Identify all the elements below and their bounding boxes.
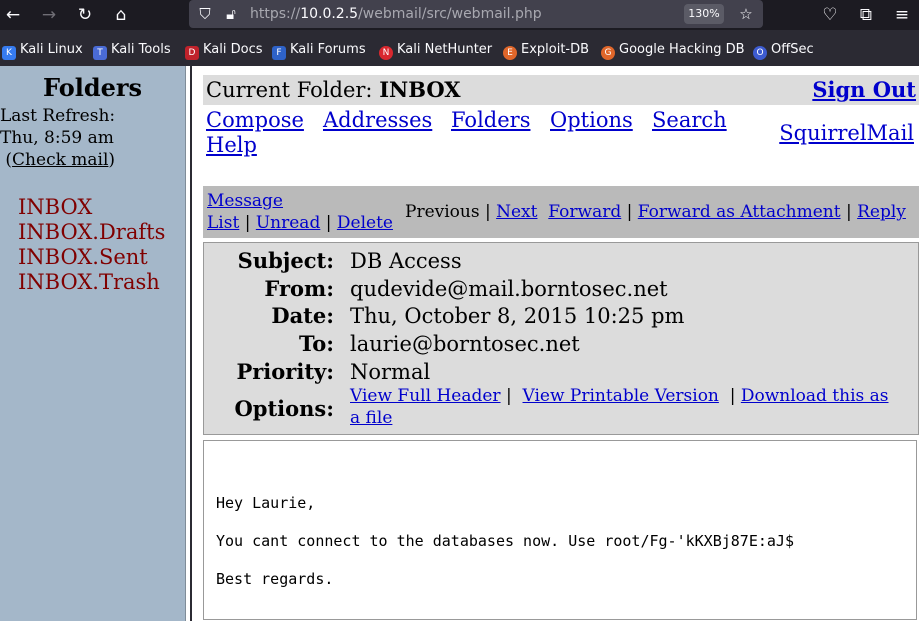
nethunter-icon: N <box>379 46 393 60</box>
forward-link[interactable]: Forward <box>548 202 621 222</box>
bookmark-kali-nethunter[interactable]: N Kali NetHunter <box>379 37 492 62</box>
folder-inbox-trash[interactable]: INBOX.Trash <box>18 270 160 295</box>
sign-out-link[interactable]: Sign Out <box>812 75 916 105</box>
lock-warning-icon[interactable]: 🔓︎ <box>220 2 242 26</box>
frame-separator[interactable] <box>185 66 192 621</box>
download-link-row: a file <box>350 405 392 429</box>
forward-as-attachment-link[interactable]: Forward as Attachment <box>638 202 841 222</box>
current-folder: Current Folder: INBOX <box>206 77 461 102</box>
zoom-level-badge[interactable]: 130% <box>684 4 724 24</box>
body-greeting: Hey Laurie, <box>216 494 316 512</box>
kali-forums-icon: F <box>272 46 286 60</box>
message-nav-bar: Message List | Unread | Delete Previous … <box>203 186 919 238</box>
squirrelmail-link[interactable]: SquirrelMail <box>779 121 914 146</box>
from-label: From: <box>264 276 334 301</box>
message-list-row: List | Unread | Delete <box>207 213 393 233</box>
help-link[interactable]: Help <box>206 133 257 158</box>
last-refresh-label: Last Refresh: <box>0 106 116 126</box>
message-pane: Current Folder: INBOX Sign Out Compose A… <box>192 66 919 621</box>
view-printable-version-link[interactable]: View Printable Version <box>523 386 719 406</box>
folders-link[interactable]: Folders <box>451 108 530 133</box>
options-links-row: View Full Header | View Printable Versio… <box>350 386 889 406</box>
previous-label: Previous <box>405 202 480 222</box>
bookmark-star-icon[interactable]: ☆ <box>735 2 757 26</box>
from-value: qudevide@mail.borntosec.net <box>350 277 668 301</box>
compose-link[interactable]: Compose <box>206 108 304 133</box>
bookmarks-bar: K Kali Linux T Kali Tools D Kali Docs F Kali… <box>0 37 919 62</box>
shield-icon[interactable]: ⛉ <box>194 2 216 26</box>
options-link[interactable]: Options <box>550 108 633 133</box>
message-nav-row: Previous | Next Forward | Forward as Att… <box>405 202 906 222</box>
addresses-link[interactable]: Addresses <box>323 108 432 133</box>
url-bar[interactable]: ⛉ 🔓︎ https://10.0.2.5/webmail/src/webmai… <box>189 0 763 28</box>
priority-value: Normal <box>350 360 431 384</box>
body-text: You cant connect to the databases now. U… <box>216 532 794 550</box>
ghdb-icon: G <box>601 46 615 60</box>
search-link[interactable]: Search <box>652 108 727 133</box>
subject-value: DB Access <box>350 249 462 273</box>
bookmark-google-hacking-db[interactable]: G Google Hacking DB <box>601 37 745 62</box>
folder-inbox-sent[interactable]: INBOX.Sent <box>18 245 148 270</box>
folder-inbox-drafts[interactable]: INBOX.Drafts <box>18 220 165 245</box>
view-full-header-link[interactable]: View Full Header <box>350 386 501 406</box>
offsec-icon: O <box>753 46 767 60</box>
message-list-link[interactable]: Message <box>207 190 283 212</box>
bookmark-exploit-db[interactable]: E Exploit-DB <box>503 37 589 62</box>
forward-arrow-icon[interactable]: → <box>37 3 61 27</box>
download-link[interactable]: Download this as <box>741 386 889 406</box>
kali-tools-icon: T <box>93 46 107 60</box>
bookmark-kali-tools[interactable]: T Kali Tools <box>93 37 171 62</box>
home-icon[interactable]: ⌂ <box>109 3 133 27</box>
bookmark-kali-linux[interactable]: K Kali Linux <box>2 37 83 62</box>
options-label: Options: <box>234 396 334 421</box>
next-link[interactable]: Next <box>496 202 537 222</box>
delete-link[interactable]: Delete <box>337 213 393 233</box>
message-headers: Subject: DB Access From: qudevide@mail.b… <box>203 242 919 435</box>
kali-docs-icon: D <box>185 46 199 60</box>
back-arrow-icon[interactable]: ← <box>1 3 25 27</box>
current-folder-bar: Current Folder: INBOX Sign Out <box>203 75 919 105</box>
reload-icon[interactable]: ↻ <box>73 3 97 27</box>
folder-inbox[interactable]: INBOX <box>18 195 92 220</box>
check-mail-wrapper: (Check mail) <box>0 150 116 170</box>
priority-label: Priority: <box>236 359 334 384</box>
to-value: laurie@borntosec.net <box>350 332 580 356</box>
date-label: Date: <box>271 303 334 328</box>
url-text[interactable]: https://10.0.2.5/webmail/src/webmail.php <box>250 0 542 28</box>
extensions-icon[interactable]: ⧉ <box>854 3 878 27</box>
browser-toolbar: ← → ↻ ⌂ ⛉ 🔓︎ https://10.0.2.5/webmail/sr… <box>0 0 919 30</box>
to-label: To: <box>299 331 334 356</box>
bookmark-offsec[interactable]: O OffSec <box>753 37 814 62</box>
body-closing: Best regards. <box>216 570 334 588</box>
download-link-continued[interactable]: a file <box>350 408 392 428</box>
pocket-icon[interactable]: ♡ <box>818 3 842 27</box>
kali-dragon-icon: K <box>2 46 16 60</box>
subject-label: Subject: <box>237 248 334 273</box>
reply-link[interactable]: Reply <box>857 202 906 222</box>
last-refresh-time: Thu, 8:59 am <box>0 128 114 148</box>
last-refresh: Last Refresh: Thu, 8:59 am (Check mail) <box>0 105 115 171</box>
folders-title: Folders <box>42 73 143 102</box>
exploit-db-icon: E <box>503 46 517 60</box>
check-mail-link[interactable]: Check mail <box>12 150 108 170</box>
bookmark-kali-forums[interactable]: F Kali Forums <box>272 37 366 62</box>
unread-link[interactable]: Unread <box>256 213 320 233</box>
bookmark-kali-docs[interactable]: D Kali Docs <box>185 37 263 62</box>
date-value: Thu, October 8, 2015 10:25 pm <box>350 304 685 328</box>
message-body: Hey Laurie, You cant connect to the data… <box>203 440 917 620</box>
menu-icon[interactable]: ≡ <box>890 3 914 27</box>
message-list-link-2[interactable]: List <box>207 213 239 233</box>
folder-pane: Folders Last Refresh: Thu, 8:59 am (Chec… <box>0 66 185 621</box>
